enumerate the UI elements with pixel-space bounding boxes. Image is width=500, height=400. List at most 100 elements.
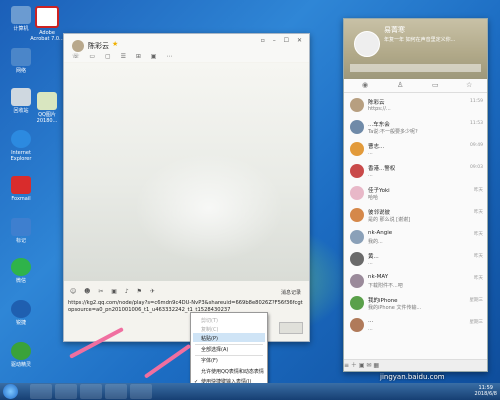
user-name[interactable]: 易菁寒: [384, 25, 405, 35]
contact-list: 陈彩云 https://... 11:59 ...车东会 Ta说:不一般要多少呢…: [344, 95, 487, 337]
clock[interactable]: 11:59 2018/6/8: [475, 385, 497, 397]
list-item[interactable]: 我的iPhone 我的iPhone 文件传输... 星期三: [344, 293, 487, 315]
contact-name: 彼邻说彼: [368, 210, 391, 216]
input-toolbar-icons[interactable]: ☺ ☻ ✂ ▣ ♪ ⚑ ✈: [70, 288, 158, 295]
contact-name: 我的iPhone: [368, 298, 398, 304]
desktop-icon-label: Adobe Acrobat 7.0...: [30, 30, 64, 42]
contact-name: 香港...警权: [368, 166, 396, 172]
desktop-icon-driver-genius[interactable]: 驱动精灵: [4, 342, 38, 368]
message-time: 昨天: [474, 232, 483, 237]
message-area: [64, 63, 309, 281]
avatar: [350, 318, 364, 332]
contact-name: nk-Angie: [368, 230, 393, 236]
desktop-icon-label: 网络: [15, 68, 26, 74]
list-item[interactable]: ...车东会 Ta说:不一般要多少呢? 11:53: [344, 117, 487, 139]
taskbar-app-icon[interactable]: [80, 384, 102, 399]
message-input[interactable]: https://kg2.qq.com/node/play?s=c6mdn9c4D…: [68, 300, 304, 324]
history-button[interactable]: 消息记录: [281, 289, 301, 296]
message-time: 11:53: [470, 121, 483, 126]
avatar: [350, 164, 364, 178]
avatar: [350, 186, 364, 200]
chat-window: 陈彩云 ★ ▫ – ☐ ✕ ☏ ▭ ▢ ☰ ⊞ ▣ ⋯ ☺ ☻ ✂ ▣ ♪ ⚑ …: [63, 33, 310, 342]
message-time: 星期三: [469, 298, 484, 303]
list-item[interactable]: 曹志... ... 09:49: [344, 139, 487, 161]
menu-item-copy: 复制(C): [201, 327, 219, 333]
profile-header: 易菁寒 年复一年 如何在声音里定义你...: [344, 19, 487, 79]
list-item[interactable]: 黄... ... 昨天: [344, 249, 487, 271]
contact-name: ...车东会: [368, 122, 390, 128]
taskbar: 11:59 2018/6/8: [0, 383, 500, 400]
avatar: [350, 252, 364, 266]
chat-toolbar[interactable]: ☏ ▭ ▢ ☰ ⊞ ▣ ⋯: [72, 53, 176, 60]
taskbar-folder-icon[interactable]: [30, 384, 52, 399]
start-button[interactable]: [3, 384, 18, 399]
contact-name[interactable]: 陈彩云: [88, 41, 109, 51]
last-message: Ta说:不一般要多少呢?: [368, 129, 418, 135]
user-avatar[interactable]: [354, 31, 380, 57]
panel-bottom-bar[interactable]: ≡ ＋ ▣ ✉ ▦: [344, 359, 487, 371]
desktop-icon-qq-image[interactable]: QQ图片20180...: [30, 92, 64, 124]
tab-groups-icon[interactable]: ▭: [432, 81, 439, 89]
desktop-icon-network[interactable]: 网络: [4, 48, 38, 74]
message-time: 星期三: [469, 320, 484, 325]
desktop-icon-label: 微信: [15, 278, 26, 284]
last-message: https://...: [368, 106, 391, 112]
desktop-icon-wechat[interactable]: 微信: [4, 258, 38, 284]
avatar: [350, 98, 364, 112]
desktop-icon-ruijie[interactable]: 锐捷: [4, 300, 38, 326]
menu-separator: [195, 344, 263, 345]
tab-space-icon[interactable]: ☆: [466, 81, 472, 89]
list-item[interactable]: 彼邻说彼 是的 那么说 [谢谢] 昨天: [344, 205, 487, 227]
pointer-arrow: [143, 343, 192, 379]
menu-item-select-all[interactable]: 全部选择(A): [201, 346, 228, 353]
window-controls[interactable]: ▫ – ☐ ✕: [261, 37, 305, 44]
avatar: [350, 296, 364, 310]
contact-name: 黄...: [368, 254, 379, 260]
user-signature[interactable]: 年复一年 如何在声音里定义你...: [384, 36, 455, 43]
contact-name: nk-MAY: [368, 274, 389, 280]
desktop-icon-tag[interactable]: 标记: [4, 218, 38, 244]
desktop-icon-label: Foxmail: [11, 196, 31, 202]
menu-item-paste[interactable]: 粘贴(P): [201, 335, 218, 342]
recycle-bin-icon: [11, 88, 31, 106]
taskbar-qq-icon[interactable]: [105, 384, 127, 399]
list-item[interactable]: 佳子Yoki 哈哈 昨天: [344, 183, 487, 205]
message-time: 昨天: [474, 254, 483, 259]
contact-name: 陈彩云: [368, 100, 385, 106]
desktop-icon-foxmail[interactable]: Foxmail: [4, 176, 38, 202]
foxmail-icon: [11, 176, 31, 194]
send-button[interactable]: [279, 322, 303, 334]
taskbar-ie-icon[interactable]: [55, 384, 77, 399]
contact-name: 曹志...: [368, 144, 385, 150]
list-item[interactable]: nk-Angie 我的... 昨天: [344, 227, 487, 249]
list-item[interactable]: 陈彩云 https://... 11:59: [344, 95, 487, 117]
chat-header: 陈彩云 ★ ▫ – ☐ ✕ ☏ ▭ ▢ ☰ ⊞ ▣ ⋯: [64, 34, 309, 62]
avatar: [350, 120, 364, 134]
menu-item-font[interactable]: 字体(F): [201, 357, 218, 364]
acrobat-icon: [35, 6, 59, 28]
list-item[interactable]: 香港...警权 ... 09:03: [344, 161, 487, 183]
last-message: 我的iPhone 文件传输...: [368, 305, 422, 311]
list-item[interactable]: nk-MAY 下载附件不...吧 昨天: [344, 271, 487, 293]
menu-item-allow-emoji[interactable]: 允许使用QQ表情和动态表情: [201, 368, 264, 375]
message-time: 09:49: [470, 143, 483, 148]
contact-avatar[interactable]: [72, 40, 84, 52]
tab-messages-icon[interactable]: ◉: [362, 81, 368, 89]
contact-name: ...: [368, 318, 374, 324]
contacts-tabs: ◉ ♙ ▭ ☆: [344, 79, 487, 93]
network-icon: [11, 48, 31, 66]
wechat-icon: [11, 258, 31, 276]
contact-name: 佳子Yoki: [368, 188, 390, 194]
desktop-icon-ie[interactable]: Internet Explorer: [4, 130, 38, 162]
input-toolbar: ☺ ☻ ✂ ▣ ♪ ⚑ ✈ 消息记录: [64, 286, 309, 298]
tab-contacts-icon[interactable]: ♙: [397, 81, 403, 89]
clock-date: 2018/6/8: [474, 391, 497, 397]
desktop-icon-acrobat[interactable]: Adobe Acrobat 7.0...: [30, 6, 64, 42]
computer-icon: [11, 6, 31, 24]
last-message: 哈哈: [368, 195, 379, 201]
search-input[interactable]: [350, 64, 481, 72]
last-message: ...: [368, 260, 373, 266]
message-time: 11:59: [470, 99, 483, 104]
taskbar-chat-icon[interactable]: [130, 384, 152, 399]
list-item[interactable]: ... ... 星期三: [344, 315, 487, 337]
